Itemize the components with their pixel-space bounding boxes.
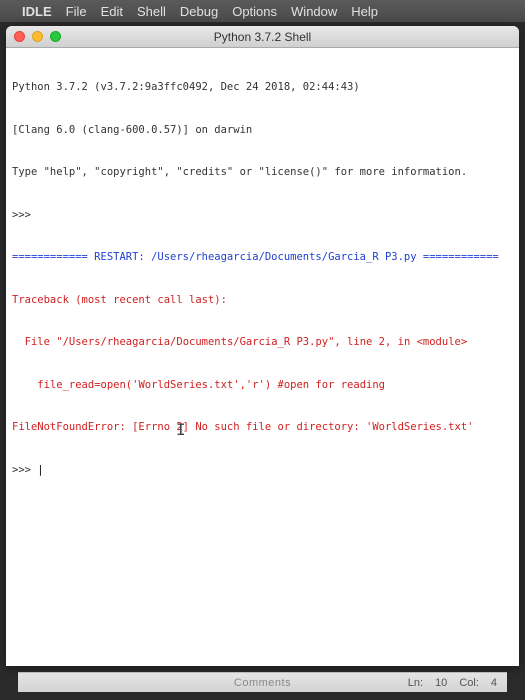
traceback-line: FileNotFoundError: [Errno 2] No such fil…	[12, 420, 513, 434]
close-icon[interactable]	[14, 31, 25, 42]
line-value: 10	[435, 677, 447, 689]
titlebar[interactable]: Python 3.7.2 Shell	[6, 26, 519, 48]
traceback-line: file_read=open('WorldSeries.txt','r') #o…	[12, 378, 513, 392]
window-title: Python 3.7.2 Shell	[6, 30, 519, 44]
banner-line: Type "help", "copyright", "credits" or "…	[12, 165, 513, 179]
statusbar-comments-label: Comments	[234, 677, 291, 689]
col-label: Col:	[459, 677, 479, 689]
text-cursor-icon: I	[176, 420, 186, 439]
restart-line: ============ RESTART: /Users/rheagarcia/…	[12, 250, 513, 264]
statusbar: Comments Ln: 10 Col: 4	[18, 672, 507, 692]
menu-help[interactable]: Help	[351, 4, 378, 19]
traceback-line: File "/Users/rheagarcia/Documents/Garcia…	[12, 335, 513, 349]
line-label: Ln:	[408, 677, 423, 689]
menu-options[interactable]: Options	[232, 4, 277, 19]
banner-line: Python 3.7.2 (v3.7.2:9a3ffc0492, Dec 24 …	[12, 80, 513, 94]
menubar: IDLE File Edit Shell Debug Options Windo…	[0, 0, 525, 22]
prompt: >>>	[12, 208, 513, 222]
col-value: 4	[491, 677, 497, 689]
traceback-line: Traceback (most recent call last):	[12, 293, 513, 307]
banner-line: [Clang 6.0 (clang-600.0.57)] on darwin	[12, 123, 513, 137]
menu-shell[interactable]: Shell	[137, 4, 166, 19]
menu-edit[interactable]: Edit	[101, 4, 123, 19]
shell-window: Python 3.7.2 Shell Python 3.7.2 (v3.7.2:…	[6, 26, 519, 666]
menu-window[interactable]: Window	[291, 4, 337, 19]
shell-output[interactable]: Python 3.7.2 (v3.7.2:9a3ffc0492, Dec 24 …	[6, 48, 519, 666]
maximize-icon[interactable]	[50, 31, 61, 42]
prompt-active[interactable]: >>>	[12, 463, 513, 477]
traffic-lights	[6, 31, 61, 42]
menu-app[interactable]: IDLE	[22, 4, 52, 19]
minimize-icon[interactable]	[32, 31, 43, 42]
menu-debug[interactable]: Debug	[180, 4, 218, 19]
menu-file[interactable]: File	[66, 4, 87, 19]
